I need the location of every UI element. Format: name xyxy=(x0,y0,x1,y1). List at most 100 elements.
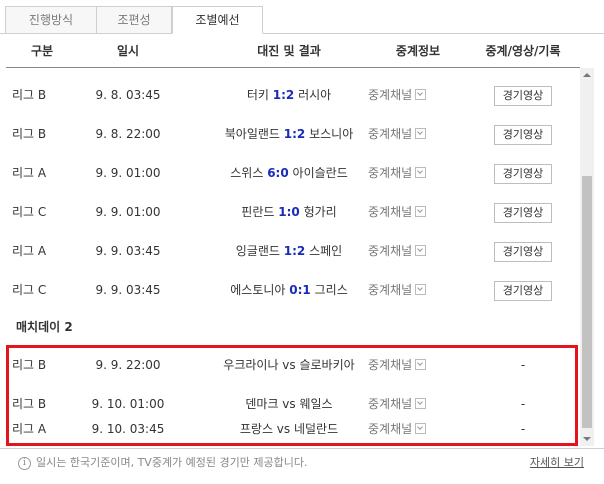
match-video-button[interactable]: 경기영상 xyxy=(493,124,553,145)
broadcast-dropdown[interactable]: 중계채널 xyxy=(368,410,468,448)
table-row: 리그 A 9. 10. 03:45 프랑스 vs 네덜란드 중계채널 - xyxy=(6,410,580,448)
broadcast-label: 중계채널 xyxy=(368,244,413,258)
table-row: 리그 C 9. 9. 01:00 핀란드 1:0 헝가리 중계채널 경기영상 xyxy=(6,193,580,232)
row-video-cell: 경기영상 xyxy=(468,154,578,193)
match-score: 1:2 xyxy=(272,88,295,102)
broadcast-label: 중계채널 xyxy=(368,166,413,180)
home-team: 핀란드 xyxy=(241,205,275,219)
broadcast-dropdown[interactable]: 중계채널 xyxy=(368,115,468,154)
row-division: 리그 A xyxy=(12,422,47,436)
row-datetime: 9. 9. 03:45 xyxy=(95,244,161,258)
row-division: 리그 A xyxy=(12,166,47,180)
match-video-button[interactable]: 경기영상 xyxy=(493,280,553,301)
home-team: 에스토니아 xyxy=(230,283,286,297)
match-video-button[interactable]: 경기영상 xyxy=(493,202,553,223)
home-team: 터키 xyxy=(246,88,269,102)
tab-bar: 진행방식 조편성 조별예선 xyxy=(0,0,604,34)
row-video-cell: 경기영상 xyxy=(468,232,578,271)
scrollbar-thumb[interactable] xyxy=(582,176,592,428)
row-datetime: 9. 9. 22:00 xyxy=(95,358,161,372)
chevron-down-icon[interactable] xyxy=(415,284,427,295)
header-division: 구분 xyxy=(30,44,54,58)
away-team: 아이슬란드 xyxy=(292,166,348,180)
chevron-down-icon[interactable] xyxy=(415,359,427,370)
row-division: 리그 C xyxy=(12,283,47,297)
broadcast-label: 중계채널 xyxy=(368,422,413,436)
table-row: 리그 B 9. 9. 22:00 우크라이나 vs 슬로바키아 중계채널 - xyxy=(6,346,580,385)
row-datetime: 9. 8. 03:45 xyxy=(95,88,161,102)
match-score: 0:1 xyxy=(289,283,311,297)
chevron-down-icon[interactable] xyxy=(415,398,427,409)
broadcast-label: 중계채널 xyxy=(368,283,413,297)
away-team: 보스니아 xyxy=(309,127,354,141)
broadcast-dropdown[interactable]: 중계채널 xyxy=(368,271,468,310)
table-header: 구분 일시 대진 및 결과 중계정보 중계/영상/기록 xyxy=(6,34,580,68)
broadcast-label: 중계채널 xyxy=(368,358,413,372)
match-video-button[interactable]: 경기영상 xyxy=(493,85,553,106)
table-row: 리그 B 9. 8. 03:45 터키 1:2 러시아 중계채널 경기영상 xyxy=(6,76,580,115)
broadcast-dropdown[interactable]: 중계채널 xyxy=(368,346,468,385)
schedule-list[interactable]: 리그 B 9. 8. 03:45 터키 1:2 러시아 중계채널 경기영상 리그… xyxy=(6,68,580,448)
chevron-down-icon[interactable] xyxy=(415,167,427,178)
broadcast-label: 중계채널 xyxy=(368,205,413,219)
home-team: 스위스 xyxy=(230,166,264,180)
match-score: 1:2 xyxy=(283,127,306,141)
row-video-cell: - xyxy=(520,422,526,436)
broadcast-label: 중계채널 xyxy=(368,127,413,141)
row-division: 리그 B xyxy=(12,358,47,372)
match-video-button[interactable]: 경기영상 xyxy=(493,163,553,184)
info-icon: i xyxy=(18,457,31,470)
match-score: 1:0 xyxy=(278,205,300,219)
row-datetime: 9. 10. 03:45 xyxy=(91,422,165,436)
row-division: 리그 B xyxy=(12,88,47,102)
match-video-button[interactable]: 경기영상 xyxy=(493,241,553,262)
broadcast-label: 중계채널 xyxy=(368,397,413,411)
tab-group-stage[interactable]: 조별예선 xyxy=(172,6,263,34)
table-row: 리그 B 9. 8. 22:00 북아일랜드 1:2 보스니아 중계채널 경기영… xyxy=(6,115,580,154)
broadcast-dropdown[interactable]: 중계채널 xyxy=(368,76,468,115)
chevron-down-icon[interactable] xyxy=(415,206,427,217)
header-broadcast: 중계정보 xyxy=(395,44,441,58)
away-team: 그리스 xyxy=(314,283,348,297)
matchday-title: 매치데이 2 xyxy=(16,320,73,334)
broadcast-dropdown[interactable]: 중계채널 xyxy=(368,232,468,271)
home-team: 잉글랜드 xyxy=(235,244,280,258)
table-row: 리그 C 9. 9. 03:45 에스토니아 0:1 그리스 중계채널 경기영상 xyxy=(6,271,580,310)
table-row: 리그 A 9. 9. 01:00 스위스 6:0 아이슬란드 중계채널 경기영상 xyxy=(6,154,580,193)
row-datetime: 9. 9. 03:45 xyxy=(95,283,161,297)
chevron-down-icon[interactable] xyxy=(415,245,427,256)
footer-note: 일시는 한국기준이며, TV중계가 예정된 경기만 제공합니다. xyxy=(36,456,308,469)
row-video-cell: 경기영상 xyxy=(468,193,578,232)
chevron-down-icon[interactable] xyxy=(415,89,427,100)
tab-groups[interactable]: 조편성 xyxy=(96,6,172,34)
footer: i 일시는 한국기준이며, TV중계가 예정된 경기만 제공합니다. 자세히 보… xyxy=(0,448,604,484)
row-video-cell: - xyxy=(520,358,526,372)
row-datetime: 9. 9. 01:00 xyxy=(95,205,161,219)
row-division: 리그 C xyxy=(12,205,47,219)
more-details-link[interactable]: 자세히 보기 xyxy=(530,454,584,472)
vertical-scrollbar[interactable] xyxy=(580,68,594,446)
chevron-down-icon[interactable] xyxy=(415,423,427,434)
away-team: 러시아 xyxy=(298,88,332,102)
row-division: 리그 B xyxy=(12,127,47,141)
away-team: 스페인 xyxy=(309,244,343,258)
row-video-cell: 경기영상 xyxy=(468,271,578,310)
row-division: 리그 A xyxy=(12,244,47,258)
header-datetime: 일시 xyxy=(116,44,140,58)
scroll-up-icon[interactable] xyxy=(580,68,594,82)
broadcast-label: 중계채널 xyxy=(368,88,413,102)
broadcast-dropdown[interactable]: 중계채널 xyxy=(368,154,468,193)
row-datetime: 9. 9. 01:00 xyxy=(95,166,161,180)
table-row: 리그 A 9. 9. 03:45 잉글랜드 1:2 스페인 중계채널 경기영상 xyxy=(6,232,580,271)
broadcast-dropdown[interactable]: 중계채널 xyxy=(368,193,468,232)
home-team: 북아일랜드 xyxy=(224,127,280,141)
row-video-cell: 경기영상 xyxy=(468,76,578,115)
chevron-down-icon[interactable] xyxy=(415,128,427,139)
match-score: 6:0 xyxy=(267,166,289,180)
scroll-down-icon[interactable] xyxy=(580,432,594,446)
header-video: 중계/영상/기록 xyxy=(485,44,561,58)
match-score: 1:2 xyxy=(283,244,306,258)
row-video-cell: 경기영상 xyxy=(468,115,578,154)
tab-format[interactable]: 진행방식 xyxy=(5,6,97,34)
row-datetime: 9. 8. 22:00 xyxy=(95,127,161,141)
